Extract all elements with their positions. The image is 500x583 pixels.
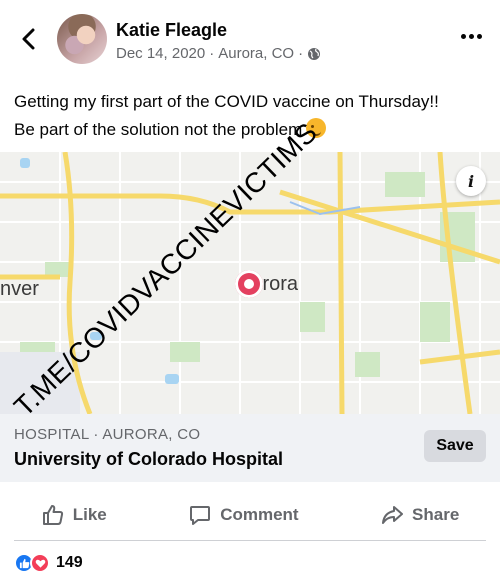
- avatar[interactable]: [57, 14, 107, 64]
- share-label: Share: [412, 505, 460, 524]
- reaction-count: 149: [56, 554, 83, 571]
- more-dot-icon: [469, 34, 474, 39]
- map-label-denver: nver: [0, 278, 39, 300]
- post-actions: Like Comment Share: [0, 490, 500, 540]
- save-button[interactable]: Save: [424, 430, 486, 462]
- divider: [14, 540, 486, 541]
- map-pin-icon[interactable]: [235, 270, 263, 298]
- meta-separator: ·: [209, 45, 215, 62]
- map-info-button[interactable]: i: [456, 166, 486, 196]
- share-button[interactable]: Share: [380, 503, 459, 527]
- love-reaction-icon: [30, 553, 50, 573]
- post-meta: Dec 14, 2020 · Aurora, CO ·: [116, 45, 321, 62]
- back-button[interactable]: [16, 26, 40, 52]
- place-card[interactable]: HOSPITAL · AURORA, CO University of Colo…: [0, 414, 500, 482]
- more-options-button[interactable]: [461, 34, 482, 39]
- post-text-line2: Be part of the solution not the problem: [14, 120, 303, 139]
- like-button[interactable]: Like: [41, 503, 107, 527]
- meta-separator: ·: [298, 45, 304, 62]
- post-header: Katie Fleagle Dec 14, 2020 · Aurora, CO …: [0, 0, 500, 78]
- reaction-summary[interactable]: 149: [14, 553, 83, 573]
- more-dot-icon: [477, 34, 482, 39]
- more-dot-icon: [461, 34, 466, 39]
- like-label: Like: [72, 505, 107, 524]
- place-category: HOSPITAL · AURORA, CO: [14, 426, 201, 443]
- globe-icon: [308, 47, 321, 60]
- post-text: Getting my first part of the COVID vacci…: [14, 88, 490, 144]
- comment-label: Comment: [220, 505, 299, 524]
- post-date[interactable]: Dec 14, 2020: [116, 45, 205, 62]
- chevron-left-icon: [22, 28, 35, 50]
- comment-button[interactable]: Comment: [188, 503, 299, 527]
- place-name[interactable]: University of Colorado Hospital: [14, 449, 283, 470]
- post-location[interactable]: Aurora, CO: [218, 45, 294, 62]
- author-name[interactable]: Katie Fleagle: [116, 20, 227, 41]
- comment-icon: [190, 506, 211, 525]
- share-icon: [382, 506, 404, 524]
- thumbs-up-icon: [42, 505, 63, 525]
- post-text-line1: Getting my first part of the COVID vacci…: [14, 92, 439, 111]
